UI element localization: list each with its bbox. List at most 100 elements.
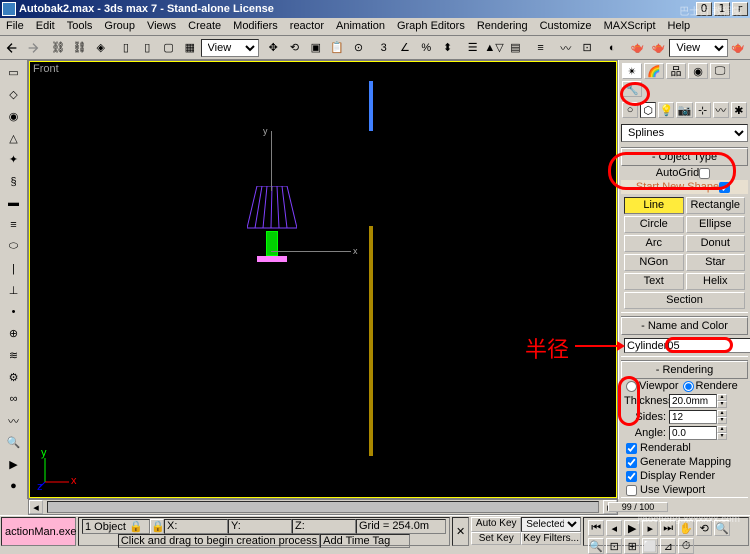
angle-snap-button[interactable]: ∠ xyxy=(394,38,415,58)
category-dropdown[interactable]: Splines xyxy=(621,124,748,142)
arc-button[interactable]: Arc xyxy=(624,235,684,252)
lock-button[interactable]: 🔒 xyxy=(150,519,164,534)
viewport-radio[interactable]: Viewpor xyxy=(626,380,679,392)
snap-button[interactable]: 3 xyxy=(373,38,394,58)
keymode-select[interactable]: Selected xyxy=(521,517,581,532)
manipulate-button[interactable]: ⊙ xyxy=(348,38,369,58)
helpers-subtab[interactable]: ⊹ xyxy=(695,102,711,118)
menu-help[interactable]: Help xyxy=(662,18,697,35)
geometry-subtab[interactable]: ○ xyxy=(622,102,638,118)
ngon-button[interactable]: NGon xyxy=(624,254,684,271)
percent-snap-button[interactable]: % xyxy=(416,38,437,58)
menu-file[interactable]: File xyxy=(0,18,30,35)
reactor-lines-icon[interactable]: ≡ xyxy=(2,215,26,235)
reactor-preview-icon[interactable]: ▶ xyxy=(2,455,26,475)
reactor-rod-icon[interactable]: | xyxy=(2,259,26,279)
sides-spinner[interactable]: ▴▾ xyxy=(717,410,727,424)
viewport[interactable]: Front y x y x z xyxy=(28,60,618,499)
reactor-constraint-icon[interactable]: ⊕ xyxy=(2,324,26,344)
layers-button[interactable]: ≡ xyxy=(530,38,551,58)
menu-grapheditors[interactable]: Graph Editors xyxy=(391,18,471,35)
min-max-toggle-button[interactable]: ⬜ xyxy=(642,538,658,554)
redo-button[interactable] xyxy=(22,38,43,58)
schematic-view-button[interactable]: ⊡ xyxy=(576,38,597,58)
display-tab[interactable]: 🖵 xyxy=(710,63,730,79)
reactor-analyze-icon[interactable]: 🔍 xyxy=(2,433,26,453)
time-slider[interactable]: 99 / 100 xyxy=(47,501,599,513)
donut-button[interactable]: Donut xyxy=(686,235,746,252)
reactor-link-icon[interactable]: ∞ xyxy=(2,389,26,409)
create-tab[interactable]: ✴ xyxy=(622,63,642,79)
curve-editor-button[interactable]: 〰 xyxy=(555,38,576,58)
menu-edit[interactable]: Edit xyxy=(30,18,61,35)
renderer-radio[interactable]: Rendere xyxy=(683,380,738,392)
menu-customize[interactable]: Customize xyxy=(534,18,598,35)
reactor-spring-icon[interactable]: § xyxy=(2,172,26,192)
menu-modifiers[interactable]: Modifiers xyxy=(227,18,284,35)
reactor-water-icon[interactable]: 〰 xyxy=(2,411,26,431)
rotate-button[interactable]: ⟲ xyxy=(284,38,305,58)
rectangle-button[interactable]: Rectangle xyxy=(686,197,746,214)
named-selections-button[interactable]: ☰ xyxy=(462,38,483,58)
y-coord[interactable]: Y: xyxy=(228,519,292,534)
time-handle[interactable]: 99 / 100 xyxy=(608,502,668,512)
ellipse-button[interactable]: Ellipse xyxy=(686,216,746,233)
render-preset[interactable]: View xyxy=(669,39,727,57)
shapes-subtab[interactable]: ⬡ xyxy=(640,102,656,118)
line-button[interactable]: Line xyxy=(624,197,684,214)
angle-spinner[interactable]: ▴▾ xyxy=(717,426,727,440)
zoom-all-button[interactable]: 🔍 xyxy=(588,538,604,554)
reactor-create-icon[interactable]: ● xyxy=(2,476,26,496)
angle-input[interactable] xyxy=(669,426,717,440)
material-editor-button[interactable]: ◐ xyxy=(602,38,623,58)
setkey-button[interactable]: Set Key xyxy=(471,532,521,545)
cancel-icon[interactable]: ✕ xyxy=(452,517,469,546)
unlink-button[interactable]: ⛓ xyxy=(69,38,90,58)
utilities-tab[interactable]: 🔧 xyxy=(622,81,642,97)
systems-subtab[interactable]: ✱ xyxy=(731,102,747,118)
thickness-input[interactable] xyxy=(669,394,717,408)
prev-frame-button[interactable]: ◂ xyxy=(606,520,622,536)
window-crossing-button[interactable]: ▦ xyxy=(179,38,200,58)
menu-create[interactable]: Create xyxy=(182,18,227,35)
selection-filter[interactable]: View xyxy=(201,39,259,57)
time-tag[interactable]: Add Time Tag xyxy=(320,534,410,548)
sides-input[interactable] xyxy=(669,410,717,424)
zoom-extents-button[interactable]: ⊡ xyxy=(606,538,622,554)
section-button[interactable]: Section xyxy=(624,292,745,309)
lights-subtab[interactable]: 💡 xyxy=(658,102,674,118)
time-config-button[interactable]: ⏱ xyxy=(678,538,694,554)
circle-button[interactable]: Circle xyxy=(624,216,684,233)
reactor-star-icon[interactable]: ✦ xyxy=(2,150,26,170)
x-coord[interactable]: X: xyxy=(164,519,228,534)
reactor-sphere-icon[interactable]: ◉ xyxy=(2,107,26,127)
menu-views[interactable]: Views xyxy=(141,18,182,35)
menu-rendering[interactable]: Rendering xyxy=(471,18,534,35)
keyfilters-button[interactable]: Key Filters... xyxy=(521,532,581,545)
reactor-cone-icon[interactable]: △ xyxy=(2,128,26,148)
reactor-box-icon[interactable]: ▭ xyxy=(2,63,26,83)
menu-tools[interactable]: Tools xyxy=(61,18,99,35)
select-link-button[interactable]: ⛓ xyxy=(47,38,68,58)
undo-button[interactable] xyxy=(1,38,22,58)
reactor-hinge-icon[interactable]: ⊥ xyxy=(2,281,26,301)
select-name-button[interactable]: ▯ xyxy=(137,38,158,58)
rollout-header[interactable]: - Object Type xyxy=(621,148,748,166)
fov-button[interactable]: ⊿ xyxy=(660,538,676,554)
reactor-point-icon[interactable]: • xyxy=(2,302,26,322)
render-scene-button[interactable]: 🫖 xyxy=(627,38,648,58)
autokey-button[interactable]: Auto Key xyxy=(471,517,521,532)
thickness-spinner[interactable]: ▴▾ xyxy=(717,394,727,408)
modify-tab[interactable]: 🌈 xyxy=(644,63,664,79)
reactor-wind-icon[interactable]: ≋ xyxy=(2,346,26,366)
menu-maxscript[interactable]: MAXScript xyxy=(598,18,662,35)
menu-animation[interactable]: Animation xyxy=(330,18,391,35)
spinner-snap-button[interactable]: ⬍ xyxy=(437,38,458,58)
zoom-extents-all-button[interactable]: ⊞ xyxy=(624,538,640,554)
render-last-button[interactable]: 🫖 xyxy=(728,38,749,58)
scale-button[interactable]: ▣ xyxy=(305,38,326,58)
star-button[interactable]: Star xyxy=(686,254,746,271)
refcoord-button[interactable]: 📋 xyxy=(326,38,347,58)
object-name-input[interactable] xyxy=(624,338,750,353)
gen-mapping-checkbox[interactable] xyxy=(626,457,637,468)
